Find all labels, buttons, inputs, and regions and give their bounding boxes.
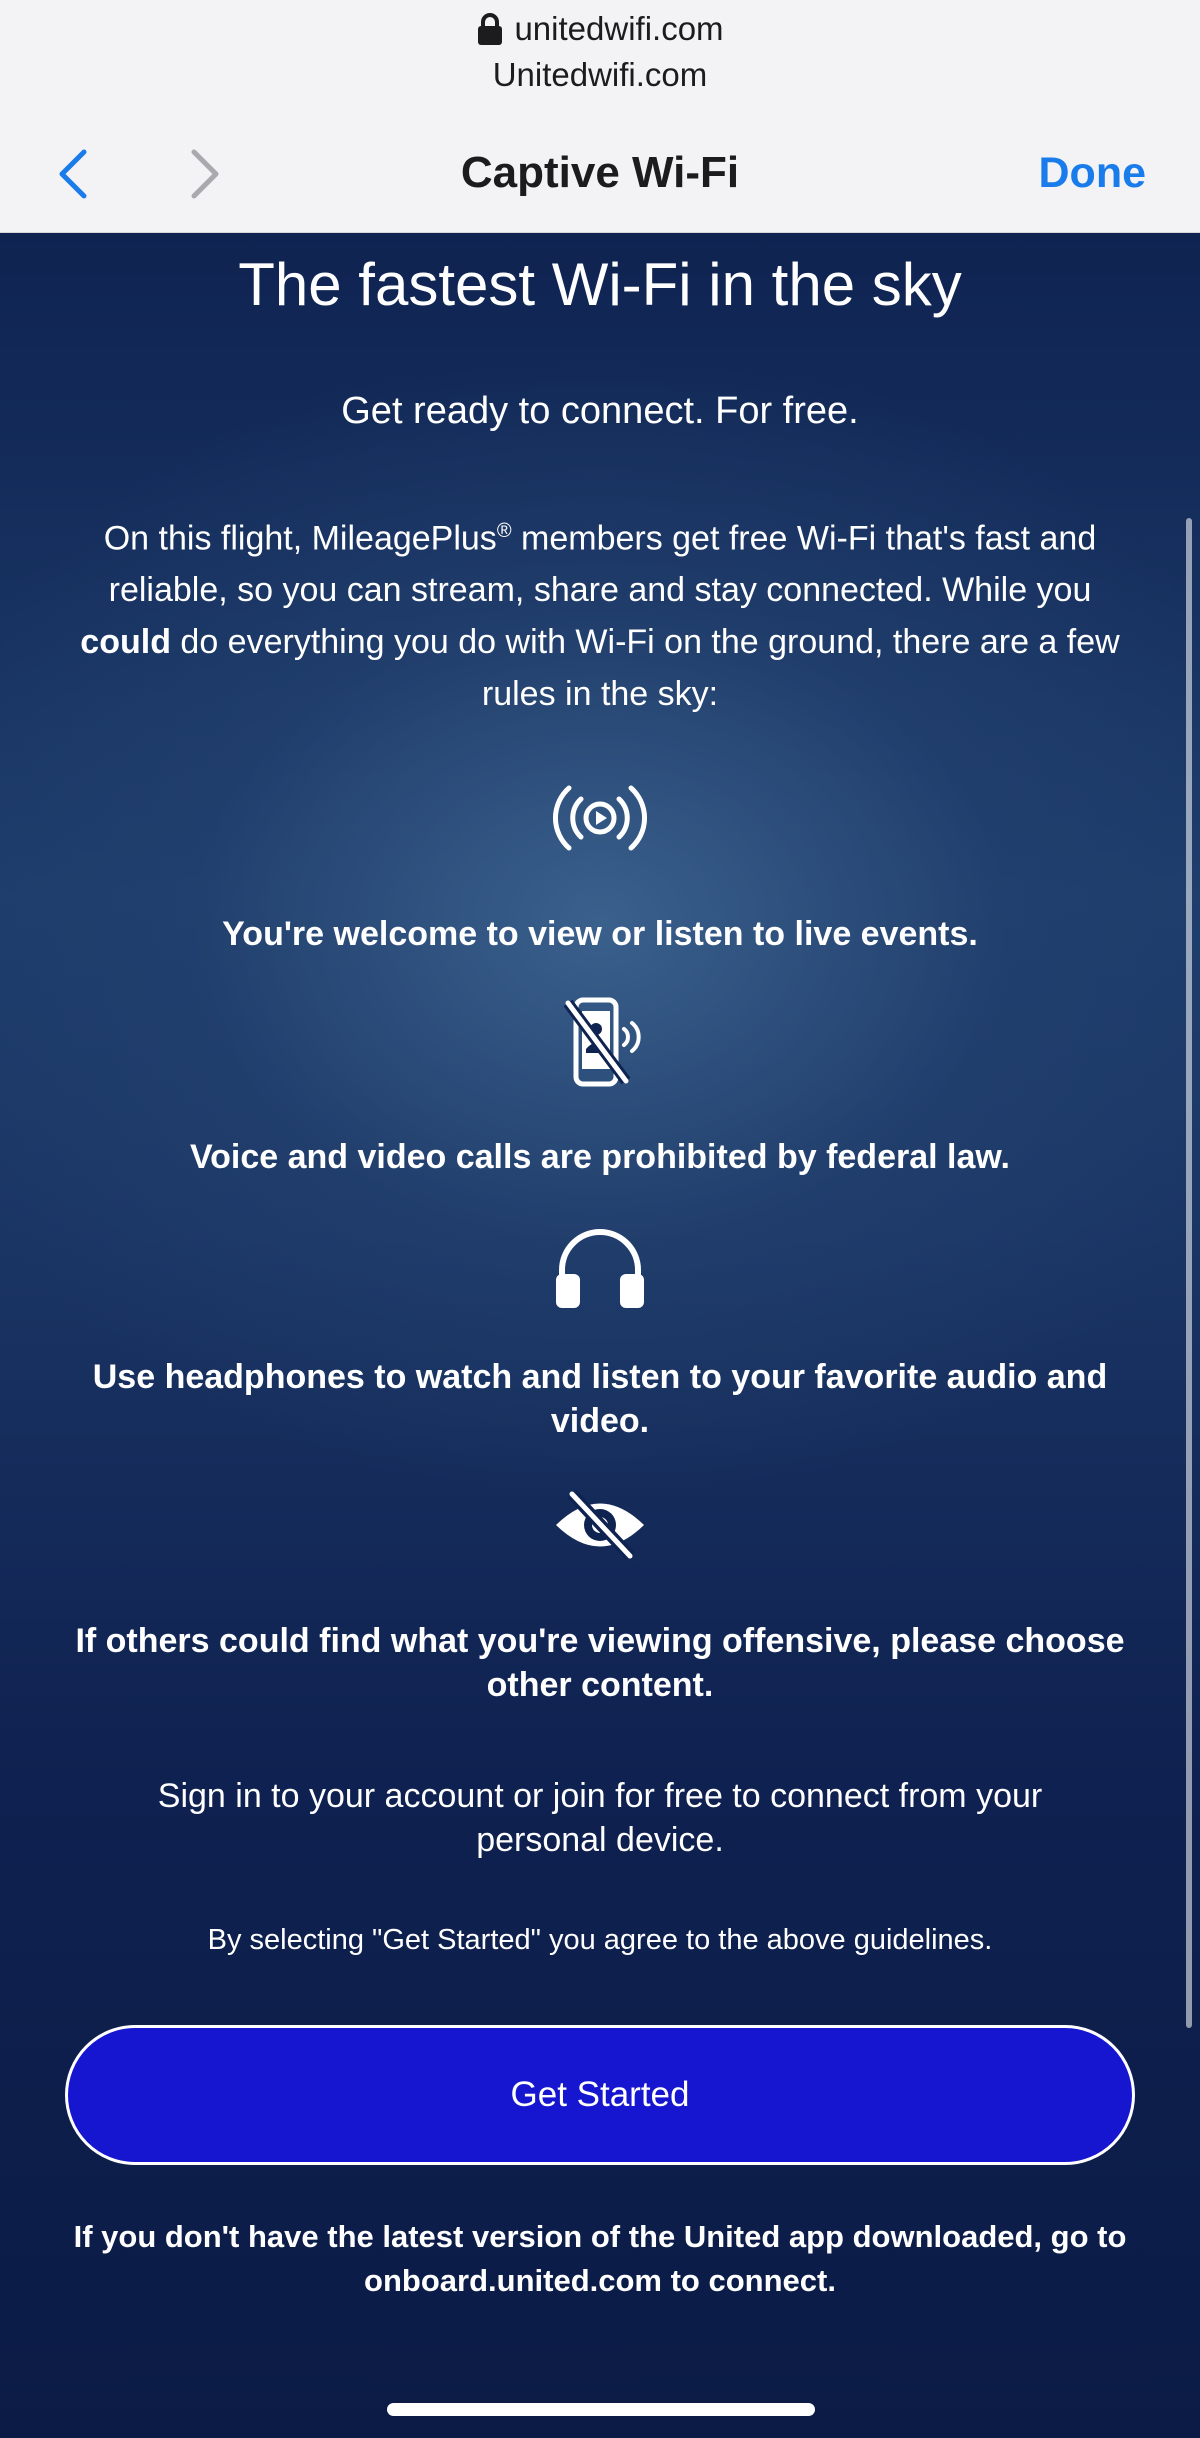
address-bar[interactable]: unitedwifi.com: [0, 6, 1200, 52]
app-download-note: If you don't have the latest version of …: [73, 2219, 1127, 2298]
back-button[interactable]: [52, 146, 96, 202]
registered-mark: ®: [496, 520, 512, 542]
intro-paragraph: On this flight, MileagePlus® members get…: [60, 505, 1140, 720]
rule-no-calls: Voice and video calls are prohibited by …: [189, 1138, 1011, 1176]
headline: The fastest Wi-Fi in the sky: [238, 251, 962, 318]
chevron-right-icon: [191, 149, 219, 199]
navigation-bar: Captive Wi-Fi Done: [0, 138, 1200, 208]
intro-bold-word: could: [80, 623, 171, 662]
rule-headphones: Use headphones to watch and listen to yo…: [92, 1358, 1108, 1440]
browser-header: unitedwifi.com Unitedwifi.com Captive Wi…: [0, 0, 1200, 233]
eye-slash-icon: [556, 1490, 644, 1560]
headphones-icon: [556, 1229, 644, 1308]
home-indicator: [387, 2403, 815, 2416]
done-button[interactable]: Done: [1039, 138, 1147, 208]
no-calls-icon: [563, 997, 641, 1087]
rule-offensive-content: If others could find what you're viewing…: [75, 1622, 1125, 1704]
forward-button[interactable]: [182, 146, 226, 202]
live-stream-icon: [553, 785, 647, 851]
page-title: Captive Wi-Fi: [460, 148, 740, 197]
guidelines-agreement: By selecting "Get Started" you agree to …: [207, 1924, 993, 1956]
lock-icon: [478, 13, 503, 45]
rule-live-events: You're welcome to view or listen to live…: [222, 915, 978, 953]
url-text: unitedwifi.com: [514, 10, 724, 47]
get-started-button[interactable]: Get Started: [65, 2025, 1135, 2165]
signin-prompt: Sign in to your account or join for free…: [157, 1777, 1043, 1859]
scrollbar[interactable]: [1186, 518, 1192, 2028]
site-title: Unitedwifi.com: [492, 56, 708, 93]
chevron-left-icon: [59, 149, 87, 199]
intro-part1: On this flight, MileagePlus: [103, 519, 497, 558]
subheadline: Get ready to connect. For free.: [341, 390, 859, 432]
intro-part3: do everything you do with Wi-Fi on the g…: [170, 623, 1120, 714]
